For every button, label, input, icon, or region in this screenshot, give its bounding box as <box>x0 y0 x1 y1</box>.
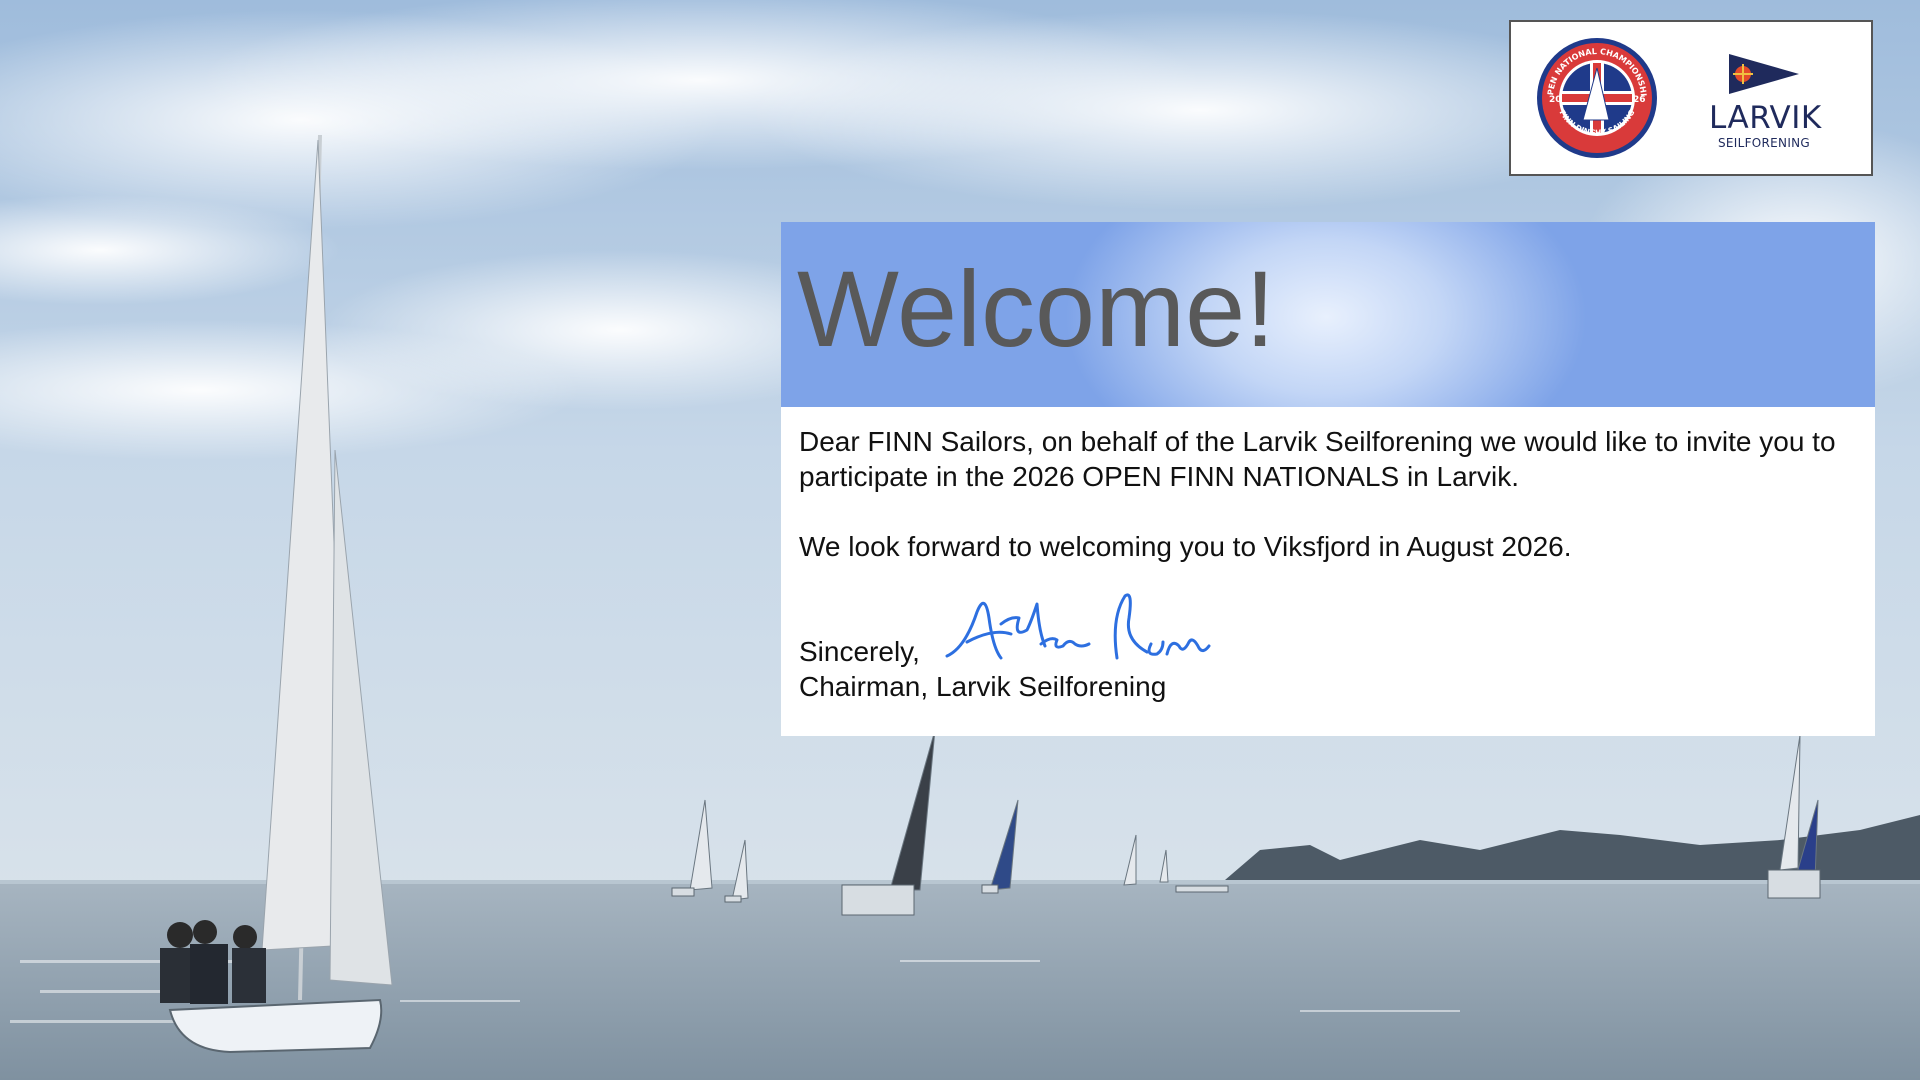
larvik-logo-subtitle: SEILFORENING <box>1717 136 1811 150</box>
badge-year-left: 20 <box>1549 95 1562 105</box>
larvik-logo-name: LARVIK <box>1709 100 1822 136</box>
larvik-seilforening-logo: LARVIK SEILFORENING <box>1707 52 1837 152</box>
welcome-letter-body: Dear FINN Sailors, on behalf of the Larv… <box>799 424 1859 599</box>
welcome-header-banner: Welcome! <box>781 222 1875 407</box>
sponsor-logos-panel: OPEN NATIONAL CHAMPIONSHIP FINN DINGHY S… <box>1509 20 1873 176</box>
signer-title: Chairman, Larvik Seilforening <box>799 671 1167 702</box>
welcome-title: Welcome! <box>797 248 1276 369</box>
invitation-paragraph: Dear FINN Sailors, on behalf of the Larv… <box>799 426 1836 492</box>
finn-championship-badge-icon: OPEN NATIONAL CHAMPIONSHIP FINN DINGHY S… <box>1532 29 1659 160</box>
badge-year-right: 26 <box>1633 95 1646 105</box>
closing-paragraph: We look forward to welcoming you to Viks… <box>799 531 1572 562</box>
larvik-burgee-icon <box>1729 54 1799 94</box>
sign-off: Sincerely, <box>799 636 920 667</box>
handwritten-signature <box>941 588 1231 684</box>
welcome-card: Welcome! Dear FINN Sailors, on behalf of… <box>781 222 1875 736</box>
